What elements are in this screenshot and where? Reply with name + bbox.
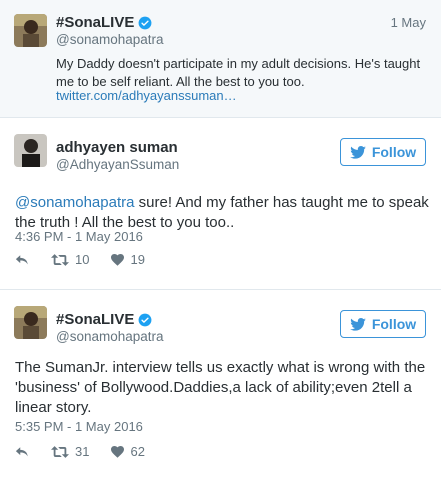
retweet-count: 31 <box>75 444 90 459</box>
follow-label[interactable]: Follow <box>372 144 416 160</box>
author-name[interactable]: #SonaLIVE <box>56 311 152 328</box>
tweet-link[interactable]: twitter.com/adhyayanssuman… <box>56 88 237 103</box>
avatar[interactable] <box>14 14 47 47</box>
reply-button[interactable] <box>15 254 29 266</box>
quoted-tweet[interactable]: #SonaLIVE @sonamohapatra 1 May My Daddy … <box>0 0 441 118</box>
follow-label[interactable]: Follow <box>372 316 416 332</box>
author-name-text[interactable]: #SonaLIVE <box>56 311 134 328</box>
mention-link[interactable]: @sonamohapatra <box>15 194 134 211</box>
avatar[interactable] <box>14 134 47 167</box>
like-count: 19 <box>130 252 145 267</box>
follow-button[interactable]: Follow <box>340 310 426 338</box>
tweet-timestamp[interactable]: 4:36 PM - 1 May 2016 <box>15 229 143 244</box>
retweet-icon <box>51 445 69 458</box>
like-button[interactable]: 62 <box>111 444 145 459</box>
retweet-button[interactable]: 10 <box>51 252 89 267</box>
reply-icon <box>15 446 28 456</box>
like-count: 62 <box>130 444 145 459</box>
like-button[interactable]: 19 <box>111 252 145 267</box>
author-handle[interactable]: @sonamohapatra <box>56 32 164 47</box>
tweet-card: #SonaLIVE @sonamohapatra Follow The Suma… <box>0 290 441 479</box>
tweet-text: My Daddy doesn't participate in my adult… <box>56 56 421 89</box>
tweet-card: adhyayen suman @AdhyayanSsuman Follow @s… <box>0 118 441 290</box>
follow-button[interactable]: Follow <box>340 138 426 166</box>
author-handle[interactable]: @sonamohapatra <box>56 329 164 344</box>
tweet-text: The SumanJr. interview tells us exactly … <box>15 359 426 416</box>
reply-icon <box>15 254 28 264</box>
twitter-bird-icon <box>350 317 366 331</box>
tweet-text: @sonamohapatra sure! And my father has t… <box>15 193 430 233</box>
retweet-button[interactable]: 31 <box>51 444 89 459</box>
tweet-timestamp[interactable]: 5:35 PM - 1 May 2016 <box>15 419 143 434</box>
retweet-count: 10 <box>75 252 90 267</box>
author-name[interactable]: #SonaLIVE <box>56 14 152 31</box>
author-name[interactable]: adhyayen suman <box>56 139 178 156</box>
avatar[interactable] <box>14 306 47 339</box>
tweet-actions: 31 62 <box>15 444 167 459</box>
tweet-actions: 10 19 <box>15 252 167 267</box>
reply-button[interactable] <box>15 446 29 458</box>
author-name-text[interactable]: #SonaLIVE <box>56 14 134 31</box>
heart-icon <box>111 253 125 266</box>
tweet-date[interactable]: 1 May <box>391 15 426 30</box>
verified-badge-icon <box>138 16 152 29</box>
twitter-bird-icon <box>350 145 366 159</box>
retweet-icon <box>51 253 69 266</box>
heart-icon <box>111 445 125 458</box>
author-handle[interactable]: @AdhyayanSsuman <box>56 157 179 172</box>
verified-badge-icon <box>138 313 152 326</box>
